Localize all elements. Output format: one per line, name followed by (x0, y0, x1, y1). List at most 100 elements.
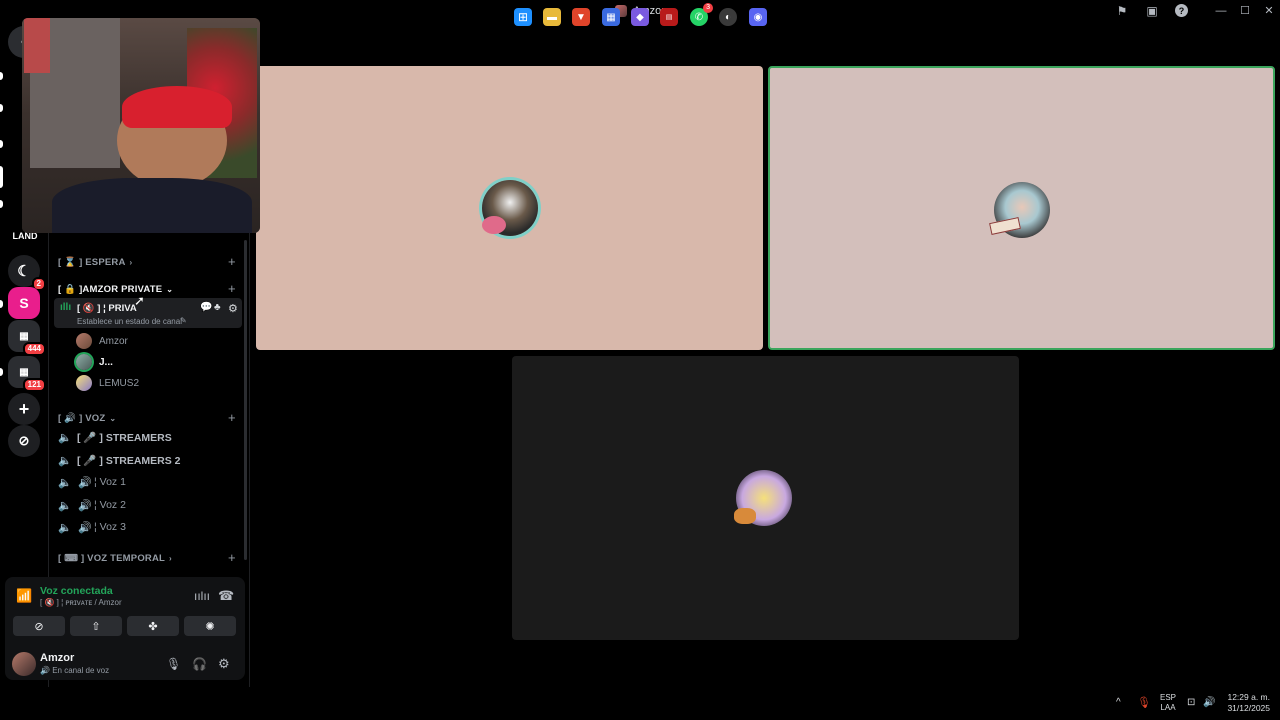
minimize-button[interactable]: — (1210, 3, 1232, 19)
game-icon[interactable]: ◆ (631, 8, 649, 26)
voice-user-amzor[interactable]: Amzor (76, 331, 128, 351)
category-amzor-private[interactable]: [ 🔒 ]AMZOR PRIVATE ⌄ (58, 281, 173, 297)
mic-in-use-icon[interactable]: 🎙 (1137, 696, 1151, 709)
language-indicator[interactable]: ESP LAA (1160, 693, 1176, 713)
channel-voz-3[interactable]: 🔈 🔊 ¦ Voz 3 (58, 517, 242, 537)
voice-activity-icon: ıllı (60, 302, 72, 313)
soundboard-button[interactable]: ✺ (184, 616, 236, 636)
speaker-icon: 🔈 (58, 431, 72, 444)
speaker-icon: 🔈 (58, 499, 72, 512)
channel-label: ¦ Voz 2 (94, 499, 126, 511)
server-badge-121: 121 (22, 378, 46, 392)
discover-icon[interactable]: ⊘ (8, 425, 40, 457)
camera-toggle-button[interactable]: ⊘ (13, 616, 65, 636)
server-folder-2-icon[interactable]: ▦ 121 (8, 356, 46, 392)
voice-user-name: Amzor (99, 335, 128, 347)
avatar-decoration-icon (482, 216, 506, 234)
channel-streamers-2[interactable]: 🔈 [ 🎤 ] STREAMERS 2 (58, 450, 242, 470)
server-folder-icon[interactable]: ▦ 444 (8, 320, 46, 356)
webcam-poster (24, 18, 50, 73)
clock-date: 31/12/2025 (1227, 703, 1270, 713)
screen-share-icon: ⇧ (91, 620, 101, 633)
add-server-icon[interactable]: + (8, 393, 40, 425)
channel-label: [ 🎤 ] STREAMERS (77, 431, 172, 444)
webcam-overlay (22, 18, 260, 233)
avatar[interactable] (12, 652, 36, 676)
video-tile-user-3[interactable] (512, 356, 1019, 640)
add-channel-icon[interactable]: + (228, 255, 238, 268)
category-voz-temporal[interactable]: [ ⌨ ] VOZ TEMPORAL › (58, 550, 172, 566)
category-voz-temporal-label: [ ⌨ ] VOZ TEMPORAL (58, 552, 166, 564)
gear-icon[interactable]: ⚙ (228, 302, 238, 315)
channel-streamers[interactable]: 🔈 [ 🎤 ] STREAMERS (58, 427, 242, 447)
file-explorer-icon[interactable]: ▬ (543, 8, 561, 26)
server-c-icon[interactable]: ☾ 2 (8, 255, 46, 291)
add-channel-icon[interactable]: + (228, 282, 238, 295)
server-s-letter: S (19, 295, 29, 311)
channel-status[interactable]: Establece un estado de canal (77, 317, 182, 326)
help-icon[interactable]: ? (1175, 4, 1188, 17)
add-channel-icon[interactable]: + (228, 411, 238, 424)
steam-icon[interactable]: ◐ (719, 8, 737, 26)
soundboard-icon: ✺ (205, 620, 215, 633)
inbox-icon[interactable]: ▣ (1144, 3, 1160, 19)
clock[interactable]: 12:29 a. m. 31/12/2025 (1222, 692, 1270, 714)
speaker-icon: 🔊 (78, 521, 92, 534)
taskbar (0, 687, 1280, 720)
chat-icon[interactable]: 💬 (200, 302, 212, 313)
microphone-icon[interactable]: 🎙 (166, 657, 181, 671)
voice-status[interactable]: Voz conectada (40, 585, 113, 597)
channel-voz-1[interactable]: 🔈 🔊 ¦ Voz 1 (58, 472, 242, 492)
server-s-icon[interactable]: S (8, 287, 40, 319)
sidebar-scrollbar[interactable] (244, 240, 247, 560)
category-voz-label: [ 🔊 ] VOZ (58, 412, 106, 424)
disconnect-icon[interactable]: ☎ (218, 588, 234, 604)
user-settings-icon[interactable]: ⚙ (218, 656, 230, 672)
voice-user-name: LEMUS2 (99, 377, 140, 389)
mouse-cursor-icon: ➚ (134, 293, 145, 308)
store-icon[interactable]: ▦ (602, 8, 620, 26)
active-channel-name: [ 🔇 ] ¦ PRIVA (77, 303, 137, 314)
user-status-label: En canal de voz (52, 666, 110, 675)
voice-channel-path[interactable]: [ 🔇 ] ¦ ᴘʀɪᴠᴀᴛᴇ / Amzor (40, 598, 122, 607)
avatar (76, 333, 92, 349)
signal-icon[interactable]: 📶 (16, 588, 32, 604)
category-espera[interactable]: [ ⌛ ] ESPERA › (58, 254, 132, 270)
pencil-icon[interactable]: ✎ (180, 316, 187, 325)
activities-button[interactable]: ✤ (127, 616, 179, 636)
language-code: ESP (1160, 693, 1177, 702)
windows-start-icon[interactable]: ⊞ (514, 8, 532, 26)
add-channel-icon[interactable]: + (228, 551, 238, 564)
maximize-button[interactable]: ☐ (1234, 3, 1256, 19)
noise-suppression-icon[interactable]: ıılıı (194, 589, 210, 603)
speaker-icon: 🔊 (78, 476, 92, 489)
chevron-up-icon[interactable]: ^ (1116, 697, 1121, 708)
voice-user-lemus2[interactable]: LEMUS2 (76, 373, 139, 393)
screen-share-button[interactable]: ⇧ (70, 616, 122, 636)
voice-status-icon: 🔊 (40, 666, 50, 675)
voice-user-j[interactable]: J... (76, 352, 113, 372)
brave-browser-icon[interactable]: ▼ (572, 8, 590, 26)
whatsapp-badge: 3 (703, 3, 713, 13)
discord-icon[interactable]: ◉ (749, 8, 767, 26)
headphones-icon[interactable]: 🎧 (192, 657, 207, 671)
avatar (76, 354, 92, 370)
cat-decoration-icon (734, 508, 756, 524)
video-tile-user-2-speaking[interactable] (768, 66, 1275, 350)
channel-voz-2[interactable]: 🔈 🔊 ¦ Voz 2 (58, 495, 242, 515)
clock-time: 12:29 a. m. (1227, 692, 1270, 702)
close-button[interactable]: ✕ (1258, 3, 1280, 19)
user-name[interactable]: Amzor (40, 652, 74, 664)
network-icon[interactable]: ⊡ (1187, 697, 1195, 708)
category-amzor-private-label: [ 🔒 ]AMZOR PRIVATE (58, 283, 163, 295)
speaker-icon: 🔈 (58, 521, 72, 534)
flag-icon[interactable]: ⚑ (1114, 3, 1130, 19)
video-tile-user-1[interactable] (256, 66, 763, 350)
voice-user-name: J... (99, 356, 113, 368)
category-voz[interactable]: [ 🔊 ] VOZ ⌄ (58, 410, 116, 426)
chevron-right-icon: › (129, 257, 133, 267)
whatsapp-icon[interactable]: ✆ 3 (690, 3, 713, 26)
media-app-icon[interactable]: ▤ (660, 8, 678, 26)
volume-icon[interactable]: 🔊 (1203, 697, 1215, 708)
invite-icon[interactable]: ♣ (214, 302, 221, 313)
